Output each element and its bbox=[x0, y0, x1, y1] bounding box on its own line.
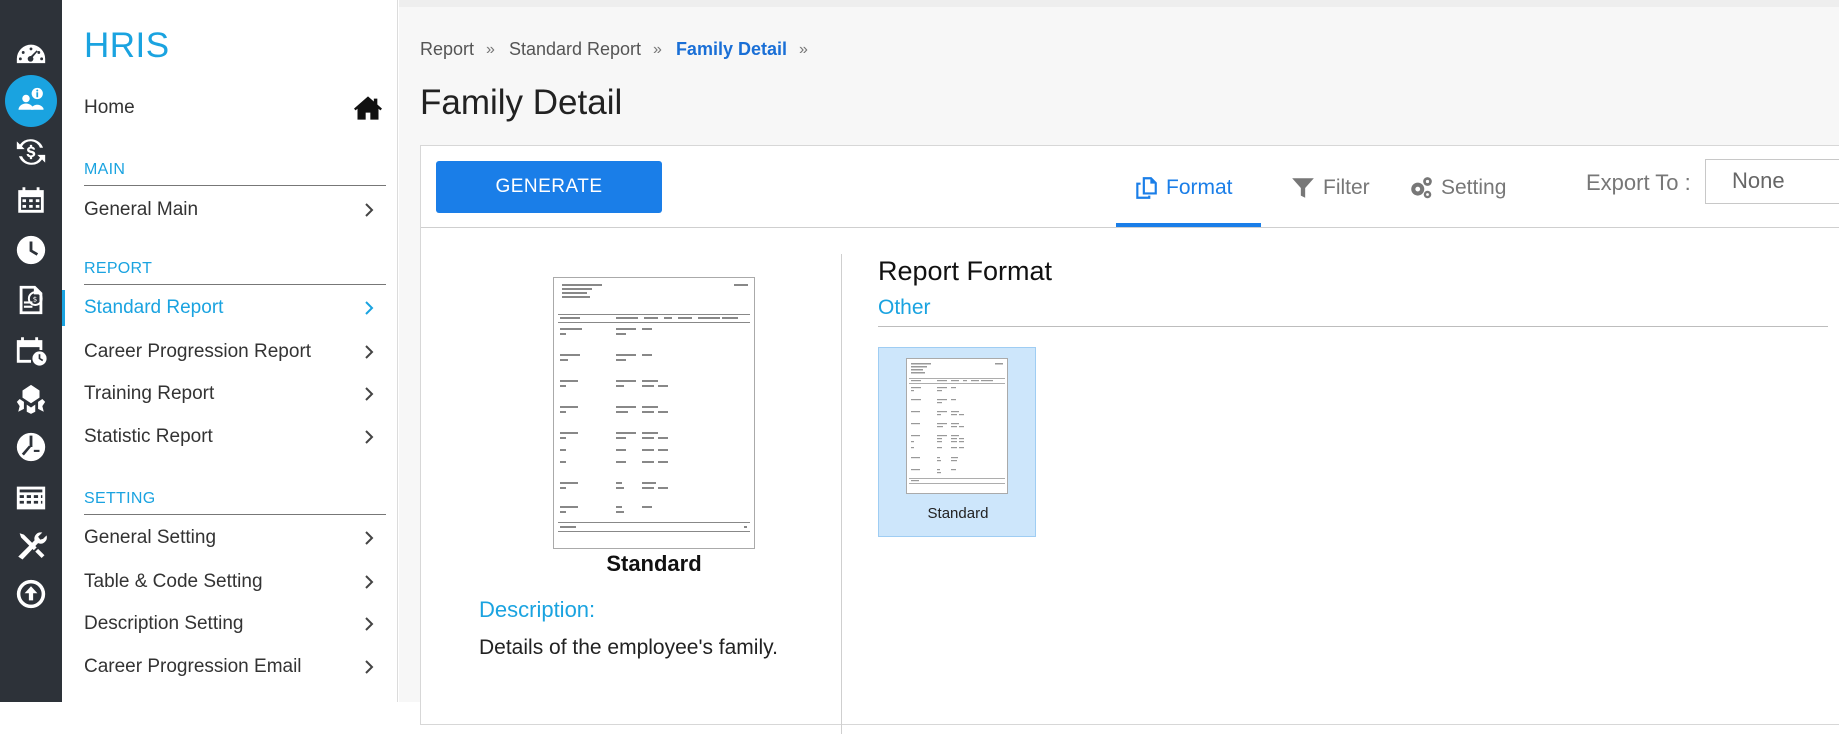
group-divider bbox=[878, 326, 1828, 327]
tab-label: Format bbox=[1166, 176, 1233, 199]
payslip-icon[interactable]: $ bbox=[3, 273, 58, 326]
report-preview-image bbox=[553, 277, 755, 549]
section-main: MAIN bbox=[84, 161, 386, 186]
main-content: Report » Standard Report » Family Detail… bbox=[399, 0, 1839, 734]
sidebar-item-statistic-report[interactable]: Statistic Report bbox=[84, 417, 384, 457]
panel-divider bbox=[841, 254, 842, 734]
report-format-title: Report Format bbox=[878, 256, 1053, 286]
report-format-group: Other bbox=[878, 296, 931, 319]
format-thumbnail bbox=[906, 358, 1008, 494]
tab-setting[interactable]: Setting bbox=[1408, 166, 1506, 210]
chevron-right-icon bbox=[360, 615, 378, 633]
calendar-icon[interactable] bbox=[3, 173, 58, 226]
preview-title: Standard bbox=[606, 551, 702, 576]
chevron-right-icon bbox=[360, 299, 378, 317]
sidebar-item-home[interactable]: Home bbox=[84, 88, 384, 128]
chevron-right-icon bbox=[360, 343, 378, 361]
export-label: Export To : bbox=[1586, 170, 1691, 195]
tab-label: Filter bbox=[1323, 176, 1370, 199]
format-card-label: Standard bbox=[927, 505, 989, 522]
sidebar-item-table-code-setting[interactable]: Table & Code Setting bbox=[84, 562, 384, 602]
double-chevron-icon: » bbox=[798, 40, 808, 58]
sidebar-item-label: Description Setting bbox=[84, 613, 244, 634]
double-chevron-icon: » bbox=[486, 40, 495, 58]
money-cycle-icon[interactable] bbox=[3, 125, 58, 178]
sidebar-menu: HRIS Home MAIN General Main REPORT Stand… bbox=[62, 0, 398, 702]
page-title: Family Detail bbox=[420, 83, 623, 122]
double-chevron-icon: » bbox=[653, 40, 662, 58]
gears-icon bbox=[1411, 177, 1432, 199]
active-indicator bbox=[62, 290, 65, 326]
toolbar-divider bbox=[421, 227, 1839, 228]
export-select[interactable]: None bbox=[1705, 159, 1839, 204]
chevron-right-icon bbox=[360, 201, 378, 219]
tab-format[interactable]: Format bbox=[1133, 166, 1233, 210]
sidebar-item-label: Home bbox=[84, 97, 135, 118]
table-grid-icon[interactable] bbox=[3, 471, 58, 524]
section-report: REPORT bbox=[84, 260, 386, 285]
filter-icon bbox=[1292, 178, 1314, 198]
reward-icon[interactable] bbox=[3, 372, 58, 425]
report-panel: GENERATE Format Filter Setting Export To… bbox=[420, 145, 1839, 734]
sidebar-item-career-progression-report[interactable]: Career Progression Report bbox=[84, 332, 384, 372]
section-setting: SETTING bbox=[84, 490, 386, 515]
icon-rail: $ bbox=[0, 0, 62, 702]
sidebar-item-label: General Main bbox=[84, 199, 199, 220]
description-text: Details of the employee's family. bbox=[479, 636, 778, 659]
breadcrumb-report[interactable]: Report bbox=[420, 39, 474, 60]
description-label: Description: bbox=[479, 597, 596, 622]
sidebar-item-label: Career Progression Report bbox=[84, 341, 312, 362]
sidebar-item-career-progression-email[interactable]: Career Progression Email bbox=[84, 647, 384, 687]
sidebar-item-general-main[interactable]: General Main bbox=[84, 190, 384, 230]
time-chart-icon[interactable] bbox=[3, 420, 58, 473]
sidebar-item-training-report[interactable]: Training Report bbox=[84, 374, 384, 414]
home-icon bbox=[354, 95, 382, 121]
sidebar-item-label: General Setting bbox=[84, 527, 217, 548]
chevron-right-icon bbox=[360, 428, 378, 446]
sidebar-item-label: Training Report bbox=[84, 383, 215, 404]
sidebar-item-label: Table & Code Setting bbox=[84, 571, 263, 592]
generate-button[interactable]: GENERATE bbox=[436, 161, 662, 213]
sidebar-item-label: Statistic Report bbox=[84, 426, 213, 447]
chevron-right-icon bbox=[360, 529, 378, 547]
copy-icon bbox=[1136, 177, 1157, 199]
format-card-standard[interactable]: Standard bbox=[878, 347, 1036, 537]
schedule-icon[interactable] bbox=[3, 323, 58, 376]
chevron-right-icon bbox=[360, 573, 378, 591]
people-info-icon[interactable] bbox=[3, 74, 58, 127]
clock-icon[interactable] bbox=[3, 223, 58, 276]
sidebar-item-general-setting[interactable]: General Setting bbox=[84, 518, 384, 558]
breadcrumb-standard-report[interactable]: Standard Report bbox=[509, 39, 641, 60]
upload-icon[interactable] bbox=[3, 567, 58, 620]
tools-icon[interactable] bbox=[3, 519, 58, 572]
breadcrumb-family-detail: Family Detail bbox=[675, 39, 787, 59]
tab-filter[interactable]: Filter bbox=[1290, 166, 1370, 210]
app-title: HRIS bbox=[84, 26, 170, 65]
sidebar-item-standard-report[interactable]: Standard Report bbox=[84, 288, 384, 328]
chevron-right-icon bbox=[360, 385, 378, 403]
breadcrumb: Report » Standard Report » Family Detail… bbox=[420, 39, 822, 60]
chevron-right-icon bbox=[360, 658, 378, 676]
tab-label: Setting bbox=[1441, 176, 1507, 199]
sidebar-item-label: Career Progression Email bbox=[84, 656, 302, 677]
sidebar-item-label: Standard Report bbox=[84, 297, 224, 318]
svg-text:$: $ bbox=[32, 294, 37, 303]
sidebar-item-description-setting[interactable]: Description Setting bbox=[84, 604, 384, 644]
